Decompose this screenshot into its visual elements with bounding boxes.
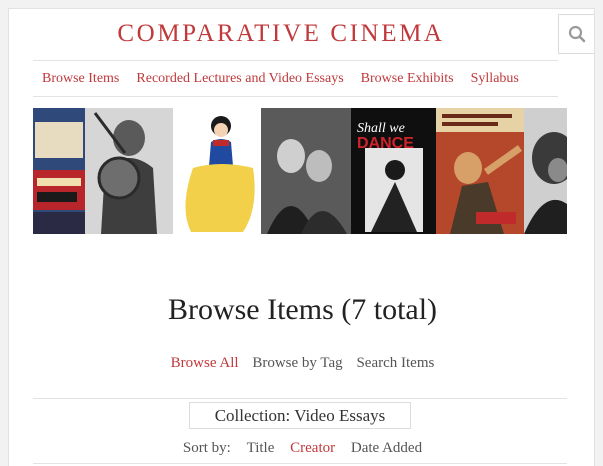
subnav-browse-by-tag[interactable]: Browse by Tag [252,355,342,371]
banner-panel-portrait [524,108,567,234]
sort-by-creator[interactable]: Creator [290,440,335,456]
banner-panel-soviet-poster [436,108,524,234]
banner-panel-couple [261,108,351,234]
subnav-browse-all[interactable]: Browse All [171,355,239,371]
nav-divider [33,96,558,97]
nav-item-lectures-essays[interactable]: Recorded Lectures and Video Essays [136,69,343,89]
nav-item-syllabus[interactable]: Syllabus [471,69,519,89]
nav-item-browse-exhibits[interactable]: Browse Exhibits [361,69,454,89]
sort-by-date-added[interactable]: Date Added [351,440,422,456]
site-title-link[interactable]: COMPARATIVE CINEMA [9,17,553,51]
header-banner-image: Shall we DANCE [33,108,567,234]
banner-panel-knight [85,108,173,234]
search-button[interactable] [558,14,594,54]
sort-by-title[interactable]: Title [247,440,275,456]
nav-item-browse-items[interactable]: Browse Items [42,69,119,89]
sort-divider [33,463,567,464]
banner-panel-snow-white [173,108,261,234]
browse-subnav: Browse All Browse by Tag Search Items [9,353,596,373]
page: COMPARATIVE CINEMA Browse Items Recorded… [8,8,595,466]
sort-label: Sort by: [182,440,231,456]
content-divider [33,398,567,399]
main-nav: Browse Items Recorded Lectures and Video… [42,69,519,89]
banner-panel-poster [33,108,85,234]
banner-panel-dance: Shall we DANCE [351,108,436,234]
page-heading: Browse Items (7 total) [167,293,438,326]
sort-links: Sort by: Title Creator Date Added [9,438,596,458]
search-icon [568,25,585,43]
banner-dance-text: Shall we [357,121,405,136]
subnav-search-items[interactable]: Search Items [356,355,434,371]
collection-filter-label: Collection: Video Essays [189,402,411,429]
header-divider [33,60,558,61]
svg-text:DANCE: DANCE [357,135,414,152]
